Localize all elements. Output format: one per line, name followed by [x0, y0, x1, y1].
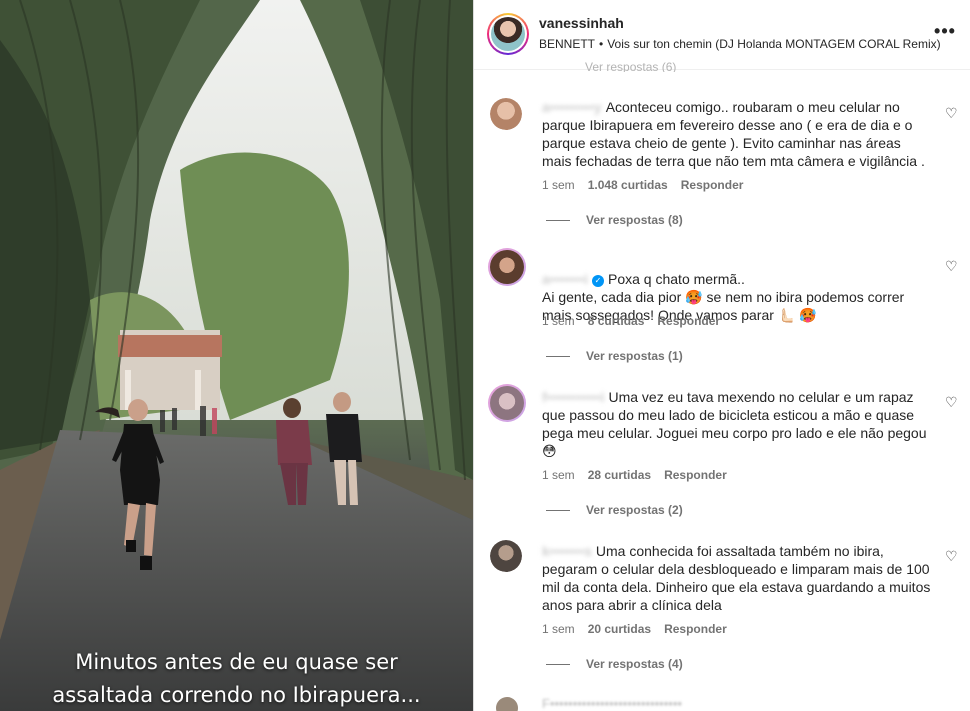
- view-replies-label: Ver respostas (8): [586, 213, 683, 227]
- comment-body: f•••••••••••i Uma vez eu tava mexendo no …: [542, 388, 934, 460]
- comment-text: Uma conhecida foi assaltada também no ib…: [542, 543, 931, 613]
- replies-divider: [546, 510, 570, 512]
- verified-badge-icon: ✓: [592, 275, 604, 287]
- comment-username[interactable]: f•••••••••••i: [542, 388, 604, 406]
- view-replies-label: Ver respostas (4): [586, 657, 683, 671]
- like-heart-icon[interactable]: ♡: [945, 549, 959, 563]
- partial-next-comment: F•••••••••••••••••••••••••••••: [474, 695, 970, 711]
- song-title: Vois sur ton chemin (DJ Holanda MONTAGEM…: [607, 37, 941, 51]
- comment-avatar[interactable]: [488, 248, 526, 286]
- comment-username[interactable]: a•••••••i: [542, 270, 588, 288]
- song-artist: BENNETT: [539, 37, 596, 51]
- media-caption-line-1: Minutos antes de eu quase ser: [75, 650, 398, 674]
- partial-comment-text: F•••••••••••••••••••••••••••••: [542, 696, 682, 711]
- post-side-panel: vanessinhah BENNETT • Vois sur ton chemin …: [473, 0, 970, 711]
- comment-likes[interactable]: 20 curtidas: [588, 622, 651, 636]
- comment-meta: 1 sem 28 curtidas Responder: [542, 468, 740, 482]
- comment-meta: 1 sem 20 curtidas Responder: [542, 622, 740, 636]
- comment-avatar[interactable]: [490, 540, 522, 572]
- comment-body: a•••••••••y Aconteceu comigo.. roubaram o…: [542, 98, 934, 170]
- comment-avatar[interactable]: [490, 98, 522, 130]
- reply-button[interactable]: Responder: [681, 178, 744, 192]
- post-media[interactable]: Minutos antes de eu quase ser assaltada …: [0, 0, 473, 711]
- comment-time[interactable]: 1 sem: [542, 314, 575, 328]
- view-replies-button[interactable]: Ver respostas (1): [546, 349, 683, 363]
- like-heart-icon[interactable]: ♡: [945, 259, 959, 273]
- comment-time[interactable]: 1 sem: [542, 468, 575, 482]
- post-header: vanessinhah BENNETT • Vois sur ton chemin …: [474, 0, 970, 70]
- replies-divider: [546, 356, 570, 358]
- comment-username[interactable]: k•••••••s: [542, 542, 592, 560]
- song-info[interactable]: BENNETT • Vois sur ton chemin (DJ Holanda …: [539, 37, 941, 51]
- author-avatar[interactable]: [487, 13, 529, 55]
- partial-comment-avatar: [496, 697, 518, 711]
- view-replies-button[interactable]: Ver respostas (4): [546, 657, 683, 671]
- view-replies-label: Ver respostas (1): [586, 349, 683, 363]
- comment-meta: 1 sem 8 curtidas Responder: [542, 314, 733, 328]
- park-scene-image: [0, 0, 473, 711]
- reply-button[interactable]: Responder: [657, 314, 720, 328]
- comment-time[interactable]: 1 sem: [542, 178, 575, 192]
- reply-button[interactable]: Responder: [664, 622, 727, 636]
- author-username[interactable]: vanessinhah: [539, 15, 624, 31]
- view-replies-button[interactable]: Ver respostas (2): [546, 503, 683, 517]
- comment-likes[interactable]: 28 curtidas: [588, 468, 651, 482]
- comment-body: k•••••••s Uma conhecida foi assaltada tam…: [542, 542, 934, 614]
- like-heart-icon[interactable]: ♡: [945, 395, 959, 409]
- comment-avatar[interactable]: [488, 384, 526, 422]
- like-heart-icon[interactable]: ♡: [945, 106, 959, 120]
- view-replies-button[interactable]: Ver respostas (8): [546, 213, 683, 227]
- view-replies-label: Ver respostas (2): [586, 503, 683, 517]
- replies-divider: [546, 664, 570, 666]
- more-options-icon[interactable]: •••: [933, 20, 957, 44]
- song-separator: •: [599, 37, 604, 51]
- reply-button[interactable]: Responder: [664, 468, 727, 482]
- replies-divider: [546, 220, 570, 222]
- partial-view-replies: Ver respostas (6): [585, 60, 677, 72]
- comment-username[interactable]: a•••••••••y: [542, 98, 602, 116]
- comment-likes[interactable]: 1.048 curtidas: [588, 178, 668, 192]
- comment-likes[interactable]: 8 curtidas: [588, 314, 645, 328]
- comment-meta: 1 sem 1.048 curtidas Responder: [542, 178, 756, 192]
- media-caption-line-2: assaltada correndo no Ibirapuera...: [52, 683, 421, 707]
- comment-time[interactable]: 1 sem: [542, 622, 575, 636]
